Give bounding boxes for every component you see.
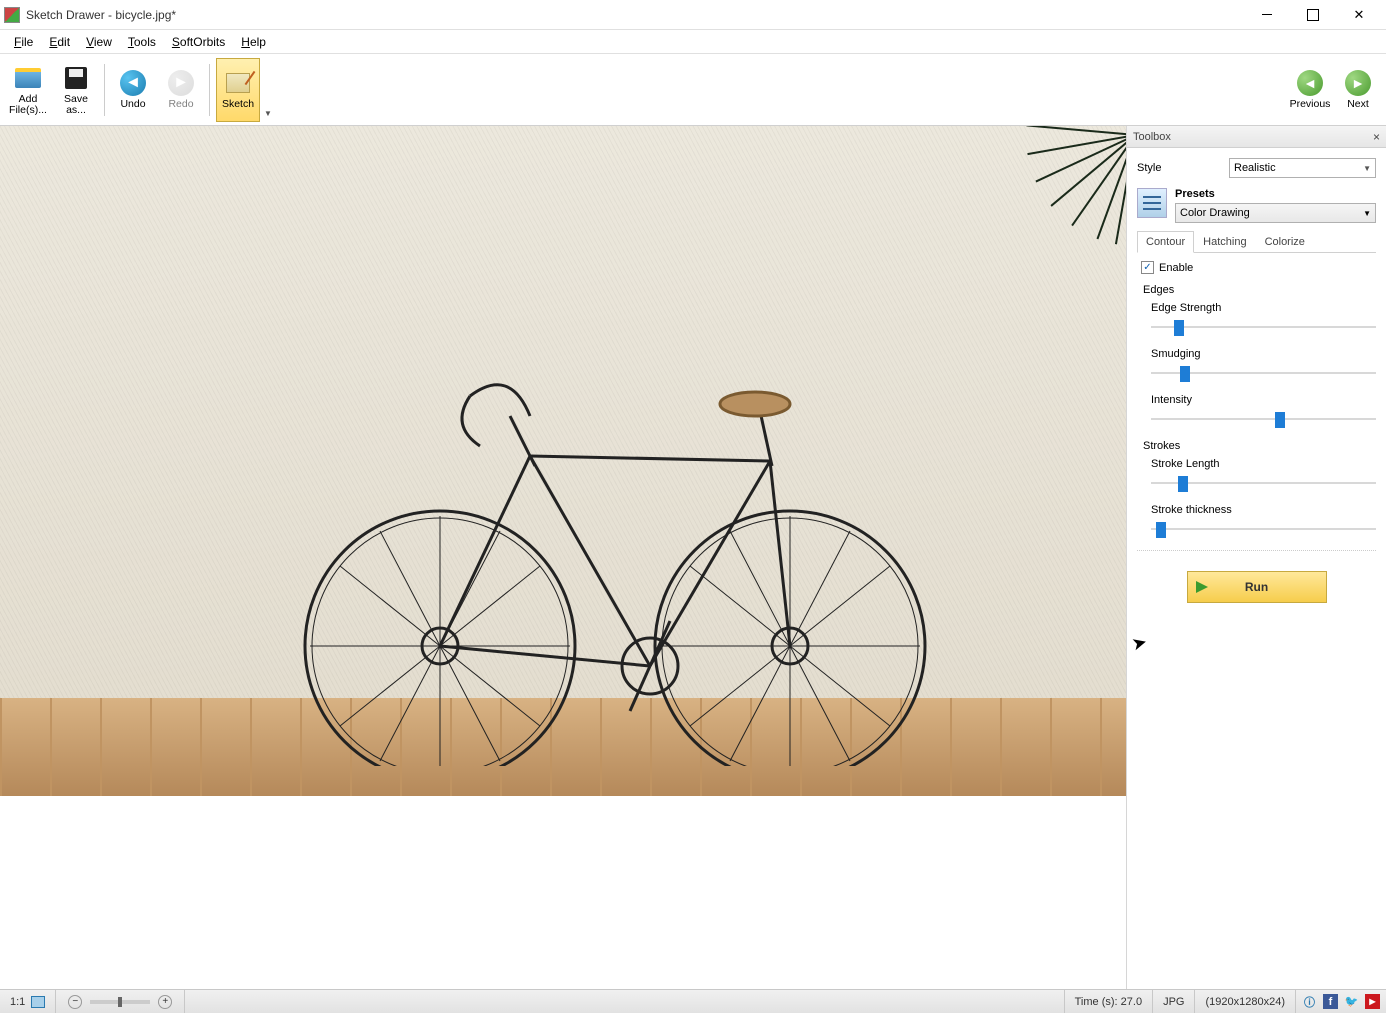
menu-softorbits[interactable]: SoftOrbits <box>164 32 233 52</box>
canvas-image <box>0 126 1126 796</box>
menu-help[interactable]: Help <box>233 32 274 52</box>
stroke-thickness-label: Stroke thickness <box>1151 504 1376 516</box>
menu-edit[interactable]: Edit <box>41 32 78 52</box>
enable-checkbox[interactable]: ✓ <box>1141 261 1154 274</box>
zoom-in-button[interactable]: + <box>158 995 172 1009</box>
toolbar: Add File(s)... Save as... ◄ Undo ► Redo … <box>0 54 1386 126</box>
toolbox-body: Style Realistic ▼ Presets Color Drawing … <box>1127 148 1386 989</box>
edges-group-label: Edges <box>1137 284 1376 296</box>
sketch-dropdown[interactable]: ▼ <box>262 58 274 122</box>
titlebar: Sketch Drawer - bicycle.jpg* <box>0 0 1386 30</box>
toolbox-panel: Toolbox × Style Realistic ▼ Presets Colo… <box>1126 126 1386 989</box>
facebook-icon[interactable]: f <box>1323 994 1338 1009</box>
toolbox-title: Toolbox <box>1133 131 1171 143</box>
zoom-controls: − + <box>56 990 185 1013</box>
enable-label: Enable <box>1159 262 1193 274</box>
presets-label: Presets <box>1175 188 1376 200</box>
previous-button[interactable]: ◄ Previous <box>1288 58 1332 122</box>
minimize-button[interactable] <box>1244 1 1290 29</box>
sketch-icon <box>226 73 250 93</box>
next-button[interactable]: ► Next <box>1336 58 1380 122</box>
style-select[interactable]: Realistic ▼ <box>1229 158 1376 178</box>
save-icon <box>65 67 87 89</box>
run-arrow-icon <box>1196 579 1214 595</box>
toolbox-tabs: Contour Hatching Colorize <box>1137 231 1376 253</box>
menu-file[interactable]: File <box>6 32 41 52</box>
previous-icon: ◄ <box>1297 70 1323 96</box>
strokes-group-label: Strokes <box>1137 440 1376 452</box>
toolbox-close-icon[interactable]: × <box>1373 130 1380 144</box>
add-files-button[interactable]: Add File(s)... <box>6 58 50 122</box>
toolbox-header: Toolbox × <box>1127 126 1386 148</box>
chevron-down-icon: ▼ <box>1363 164 1371 173</box>
stroke-thickness-slider[interactable] <box>1151 520 1376 538</box>
nav-group: ◄ Previous ► Next <box>1286 58 1382 122</box>
undo-button[interactable]: ◄ Undo <box>111 58 155 122</box>
maximize-button[interactable] <box>1290 1 1336 29</box>
zoom-ratio[interactable]: 1:1 <box>0 990 56 1013</box>
menu-tools[interactable]: Tools <box>120 32 164 52</box>
save-as-button[interactable]: Save as... <box>54 58 98 122</box>
twitter-icon[interactable]: 🐦 <box>1344 994 1359 1009</box>
folder-icon <box>15 68 41 88</box>
intensity-label: Intensity <box>1151 394 1376 406</box>
intensity-slider[interactable] <box>1151 410 1376 428</box>
youtube-icon[interactable]: ▶ <box>1365 994 1380 1009</box>
menubar: File Edit View Tools SoftOrbits Help <box>0 30 1386 54</box>
fit-screen-icon[interactable] <box>31 996 45 1008</box>
tab-colorize[interactable]: Colorize <box>1256 231 1314 252</box>
run-button[interactable]: Run <box>1187 571 1327 603</box>
menu-view[interactable]: View <box>78 32 120 52</box>
format-cell: JPG <box>1153 990 1195 1013</box>
close-button[interactable] <box>1336 1 1382 29</box>
presets-icon <box>1137 188 1167 218</box>
statusbar: 1:1 − + Time (s): 27.0 JPG (1920x1280x24… <box>0 989 1386 1013</box>
separator <box>104 64 105 116</box>
app-icon <box>4 7 20 23</box>
chevron-down-icon: ▼ <box>1363 209 1371 218</box>
stroke-length-slider[interactable] <box>1151 474 1376 492</box>
tray-icons: ⓘ f 🐦 ▶ <box>1296 994 1386 1009</box>
info-icon[interactable]: ⓘ <box>1302 994 1317 1009</box>
window-controls <box>1244 1 1382 29</box>
tab-hatching[interactable]: Hatching <box>1194 231 1255 252</box>
main-area: Toolbox × Style Realistic ▼ Presets Colo… <box>0 126 1386 989</box>
time-cell: Time (s): 27.0 <box>1065 990 1153 1013</box>
dims-cell: (1920x1280x24) <box>1195 990 1296 1013</box>
undo-icon: ◄ <box>120 70 146 96</box>
zoom-out-button[interactable]: − <box>68 995 82 1009</box>
separator <box>209 64 210 116</box>
window-title: Sketch Drawer - bicycle.jpg* <box>26 8 1244 22</box>
style-label: Style <box>1137 162 1229 174</box>
canvas-area[interactable] <box>0 126 1126 989</box>
smudging-label: Smudging <box>1151 348 1376 360</box>
redo-button[interactable]: ► Redo <box>159 58 203 122</box>
bicycle-sketch <box>270 266 950 766</box>
tab-contour[interactable]: Contour <box>1137 231 1194 253</box>
zoom-slider[interactable] <box>90 1000 150 1004</box>
stroke-length-label: Stroke Length <box>1151 458 1376 470</box>
next-icon: ► <box>1345 70 1371 96</box>
presets-select[interactable]: Color Drawing ▼ <box>1175 203 1376 223</box>
redo-icon: ► <box>168 70 194 96</box>
plant <box>956 136 1126 336</box>
smudging-slider[interactable] <box>1151 364 1376 382</box>
sketch-button[interactable]: Sketch <box>216 58 260 122</box>
edge-strength-slider[interactable] <box>1151 318 1376 336</box>
edge-strength-label: Edge Strength <box>1151 302 1376 314</box>
